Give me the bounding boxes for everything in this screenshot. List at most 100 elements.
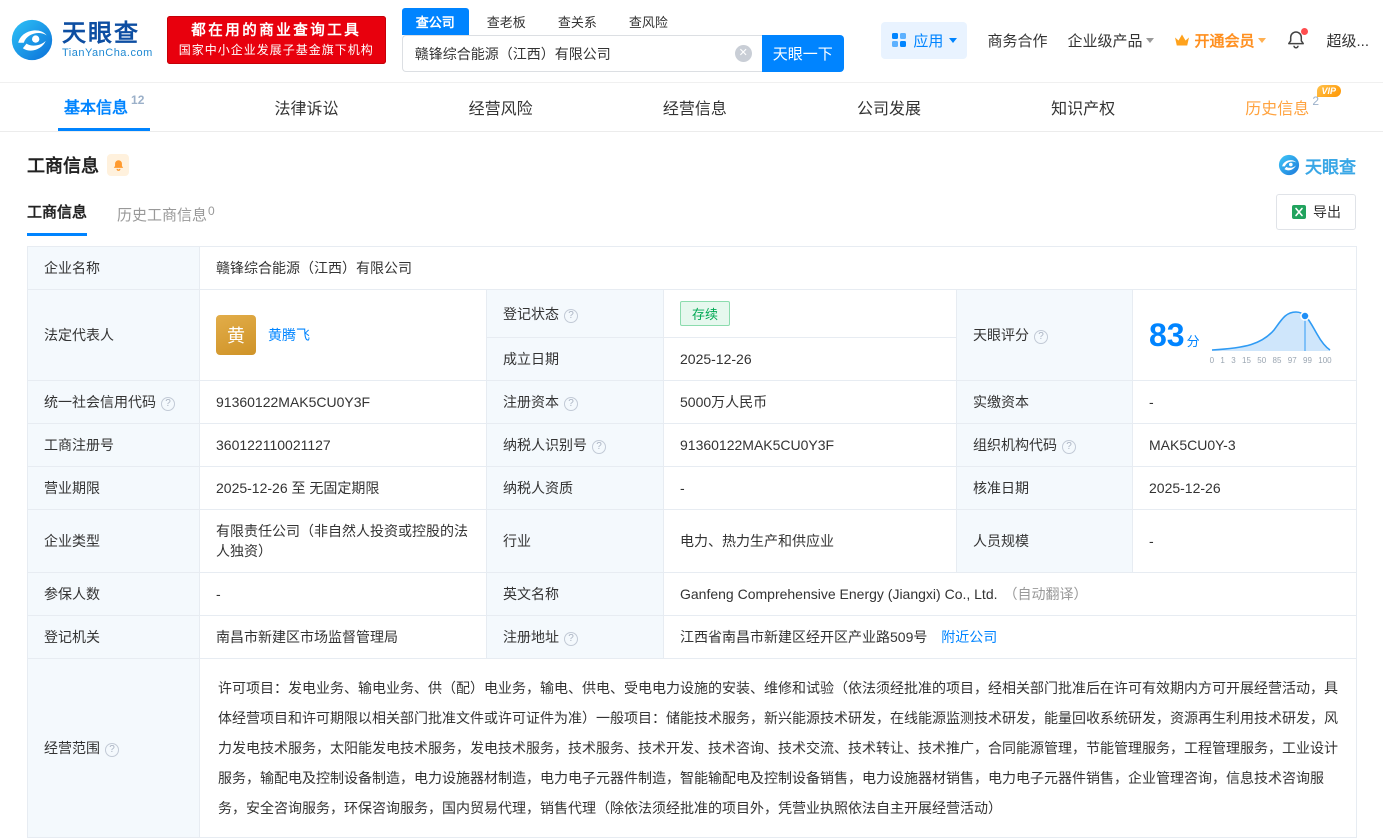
tab-label: 知识产权 [1051,101,1116,118]
status-badge: 存续 [680,301,731,326]
tab-company-development[interactable]: 公司发展 [851,83,927,131]
tab-legal-proceedings[interactable]: 法律诉讼 [269,83,345,131]
crown-icon [1175,34,1190,46]
label-registration-number: 工商注册号 [27,423,200,467]
help-icon[interactable]: ? [564,632,578,646]
table-row: 统一社会信用代码? 91360122MAK5CU0Y3F 注册资本? 5000万… [27,380,1358,424]
value-company-name: 赣锋综合能源（江西）有限公司 [198,246,1358,290]
search-tab-relation[interactable]: 查关系 [544,8,611,35]
label-credit-code: 统一社会信用代码? [27,380,200,424]
label-tianyan-score: 天眼评分? [956,289,1133,381]
score-number: 83 分 [1149,317,1200,353]
value-company-type: 有限责任公司（非自然人投资或控股的法人独资） [199,509,487,573]
search-button[interactable]: 天眼一下 [761,35,844,72]
chevron-down-icon [949,37,958,47]
tab-label: 基本信息 [64,99,129,117]
help-icon[interactable]: ? [161,397,175,411]
subtab-label: 工商信息 [27,204,88,221]
help-icon[interactable]: ? [1034,330,1048,344]
table-row: 登记机关 南昌市新建区市场监督管理局 注册地址? 江西省南昌市新建区经开区产业路… [27,615,1358,659]
help-icon[interactable]: ? [564,308,578,323]
value-registration-status: 存续 [663,289,957,338]
value-registered-address: 江西省南昌市新建区经开区产业路509号 附近公司 [662,615,1358,659]
tab-label: 经营风险 [468,101,533,118]
tab-label: 历史信息 [1245,101,1310,118]
subtab-history-business-info[interactable]: 历史工商信息0 [117,204,215,236]
table-row: 企业类型 有限责任公司（非自然人投资或控股的法人独资） 行业 电力、热力生产和供… [27,509,1358,573]
nav-label: 商务合作 [987,32,1048,50]
subtab-business-info[interactable]: 工商信息 [27,201,88,236]
apps-label: 应用 [913,32,944,50]
label-paid-capital: 实缴资本 [956,380,1133,424]
tianyancha-watermark-icon [1278,154,1300,176]
value-credit-code: 91360122MAK5CU0Y3F [199,380,487,424]
export-button[interactable]: 导出 [1276,194,1356,230]
nav-label: 企业级产品 [1067,32,1143,50]
search-tab-boss[interactable]: 查老板 [473,8,540,35]
nav-business-cooperation[interactable]: 商务合作 [987,30,1047,51]
tab-count: 12 [131,92,145,107]
help-icon[interactable]: ? [105,743,119,757]
legal-rep-avatar[interactable]: 黄 [216,315,256,355]
label-business-term: 营业期限 [27,466,200,510]
search-tabs: 查公司 查老板 查关系 查风险 [401,8,844,35]
nav-label: 超级... [1326,32,1369,50]
value-approval-date: 2025-12-26 [1131,466,1358,510]
tab-label: 法律诉讼 [274,101,339,118]
tab-operating-risk[interactable]: 经营风险 [463,83,539,131]
value-legal-representative: 黄 黄腾飞 [199,289,487,381]
tianyancha-logo-icon [11,19,53,61]
apps-menu-button[interactable]: 应用 [881,21,968,59]
table-row: 企业名称 赣锋综合能源（江西）有限公司 [27,246,1358,290]
value-registration-number: 360122110021127 [199,423,487,467]
search-tab-company[interactable]: 查公司 [401,8,469,35]
search-tab-risk[interactable]: 查风险 [615,8,682,35]
notification-bell-icon[interactable] [1286,28,1309,50]
table-row: 工商注册号 360122110021127 纳税人识别号? 91360122MA… [27,423,1358,467]
slogan-line2: 国家中小企业发展子基金旗下机构 [178,42,374,57]
label-taxpayer-id: 纳税人识别号? [486,423,664,467]
tianyancha-logo[interactable]: 天眼查 TianYanCha.com [10,18,153,62]
tab-intellectual-property[interactable]: 知识产权 [1045,83,1121,131]
value-taxpayer-quality: - [663,466,957,510]
excel-icon [1292,205,1306,219]
nav-super-vip[interactable]: 超级... [1326,30,1369,51]
nearby-companies-link[interactable]: 附近公司 [941,629,997,645]
label-insured-count: 参保人数 [27,572,200,616]
search-input[interactable] [401,35,762,72]
header-right-nav: 应用 商务合作 企业级产品 开通会员 超级... [881,21,1369,59]
slogan-line1: 都在用的商业查询工具 [191,22,362,39]
export-label: 导出 [1313,204,1341,220]
value-registration-authority: 南昌市新建区市场监督管理局 [199,615,487,659]
tab-operating-info[interactable]: 经营信息 [657,83,733,131]
tab-basic-info[interactable]: 基本信息 12 [58,83,151,131]
legal-rep-link[interactable]: 黄腾飞 [268,325,310,345]
label-registration-authority: 登记机关 [27,615,200,659]
company-section-tabs: 基本信息 12 法律诉讼 经营风险 经营信息 公司发展 知识产权 历史信息 2 … [0,83,1383,132]
value-registered-capital: 5000万人民币 [663,380,957,424]
value-tianyan-score: 83 分 0 1 3 15 50 85 97 99 100 [1131,289,1358,381]
tianyancha-watermark: 天眼查 [1278,153,1356,178]
business-info-table: 企业名称 赣锋综合能源（江西）有限公司 法定代表人 黄 黄腾飞 登记状态? 存续… [27,246,1358,838]
value-business-scope: 许可项目：发电业务、输电业务、供（配）电业务，输电、供电、受电电力设施的安装、维… [198,658,1358,838]
search-area: 查公司 查老板 查关系 查风险 ✕ 天眼一下 [401,8,844,72]
value-organization-code: MAK5CU0Y-3 [1131,423,1358,467]
tab-history-info[interactable]: 历史信息 2 VIP [1239,83,1341,131]
clear-search-icon[interactable]: ✕ [734,45,752,62]
apps-grid-icon [892,33,907,47]
logo-brand-text: 天眼查 [62,19,140,47]
help-icon[interactable]: ? [1062,440,1076,454]
help-icon[interactable]: ? [564,397,578,411]
monitor-bell-icon[interactable] [107,154,129,176]
label-registered-address: 注册地址? [486,615,664,659]
label-legal-representative: 法定代表人 [27,289,200,381]
label-industry: 行业 [486,509,664,573]
nav-enterprise-products[interactable]: 企业级产品 [1067,30,1155,51]
value-establish-date: 2025-12-26 [663,337,957,381]
help-icon[interactable]: ? [592,440,606,454]
nav-open-membership[interactable]: 开通会员 [1174,30,1267,51]
label-business-scope: 经营范围? [27,658,200,838]
table-row: 营业期限 2025-12-26 至 无固定期限 纳税人资质 - 核准日期 202… [27,466,1358,510]
notification-dot [1301,28,1309,35]
label-taxpayer-quality: 纳税人资质 [486,466,664,510]
